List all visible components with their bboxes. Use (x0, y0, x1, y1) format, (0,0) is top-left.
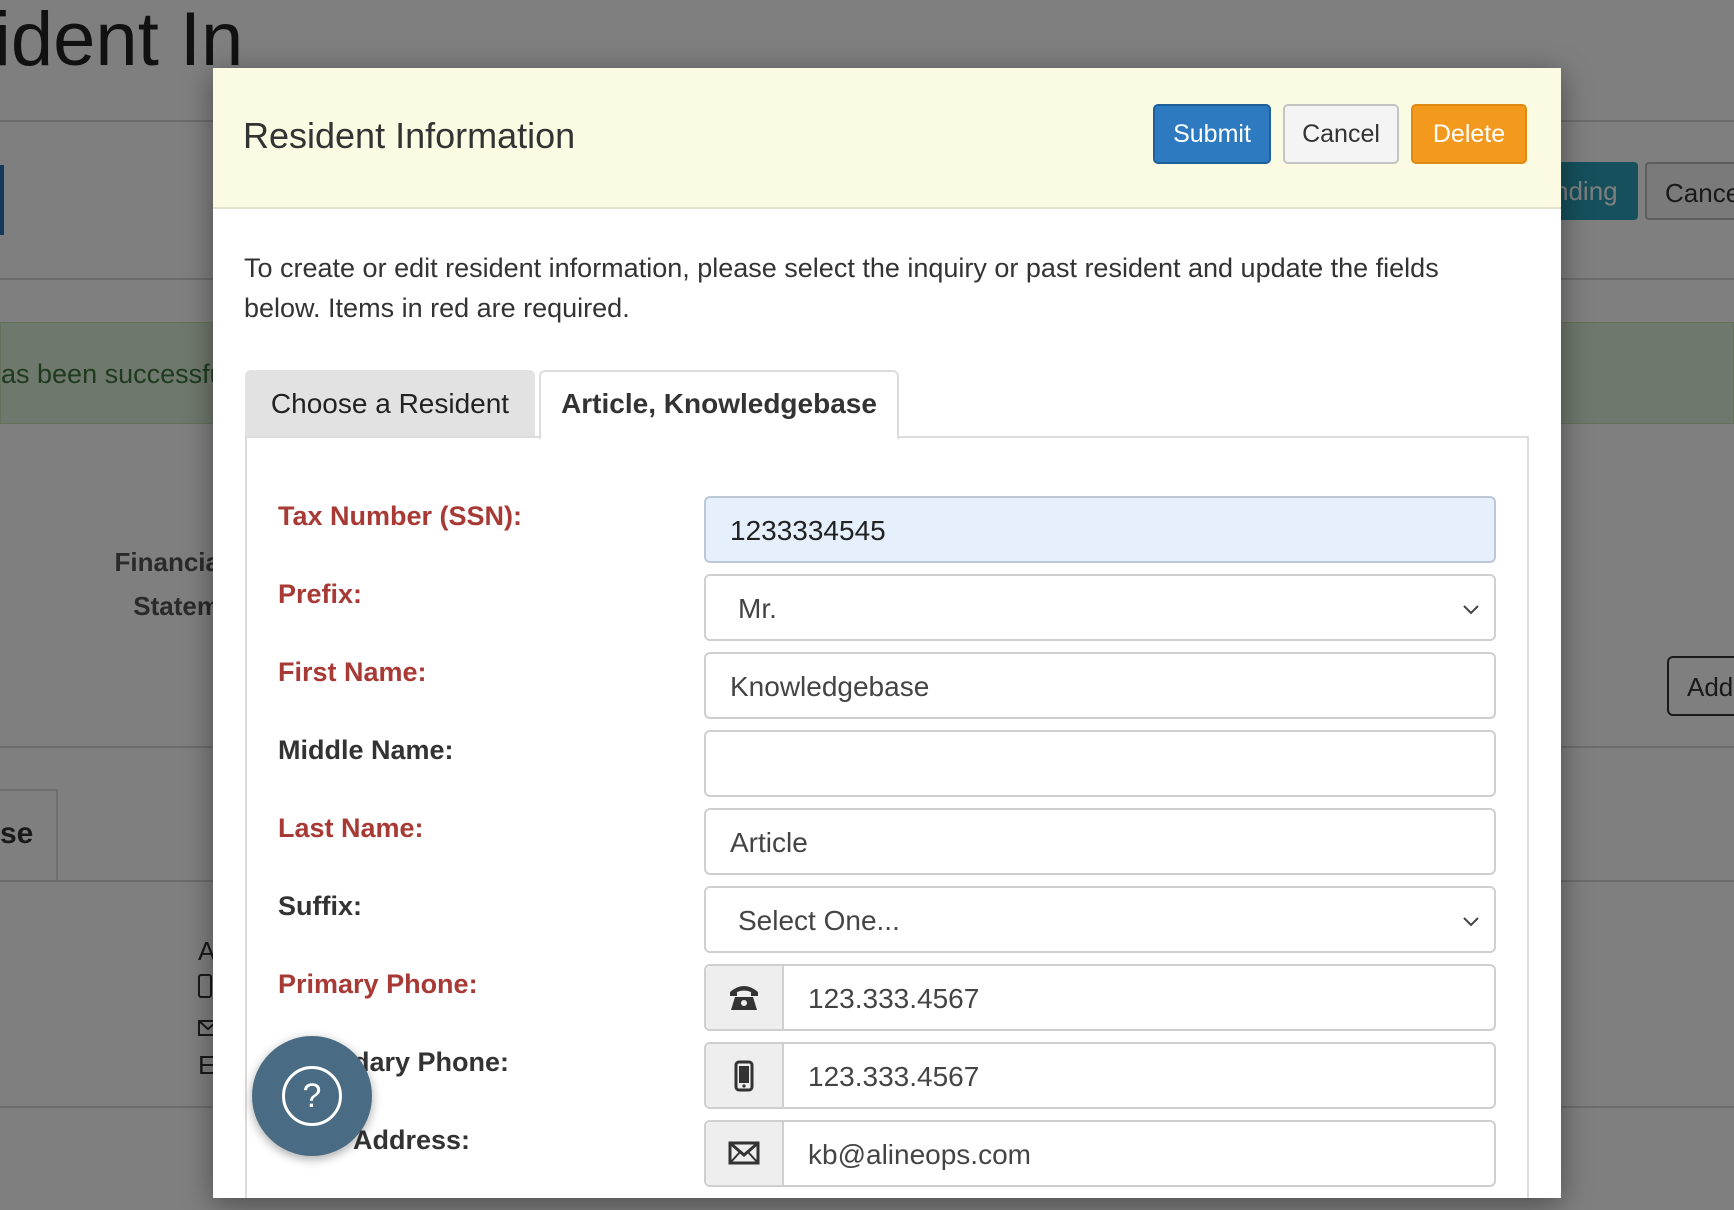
primary-phone-input[interactable]: 123.333.4567 (704, 964, 1496, 1031)
cancel-button[interactable]: Cancel (1283, 104, 1399, 164)
question-icon: ? (282, 1066, 342, 1126)
email-value: kb@alineops.com (808, 1139, 1031, 1170)
middle-name-input[interactable] (704, 730, 1496, 797)
prefix-label: Prefix: (278, 579, 363, 609)
last-name-input[interactable]: Article (704, 808, 1496, 875)
first-name-label: First Name: (278, 657, 427, 687)
tax-number-value: 1233334545 (730, 515, 886, 546)
first-name-input[interactable]: Knowledgebase (704, 652, 1496, 719)
primary-phone-value: 123.333.4567 (808, 983, 980, 1014)
phone-icon (730, 986, 758, 1010)
last-name-label: Last Name: (278, 813, 424, 843)
chevron-down-icon (1463, 605, 1479, 615)
tab-choose-resident[interactable]: Choose a Resident (245, 370, 535, 436)
mobile-icon (734, 1060, 754, 1092)
prefix-value: Mr. (738, 593, 777, 624)
first-name-value: Knowledgebase (730, 671, 930, 702)
email-input[interactable]: kb@alineops.com (704, 1120, 1496, 1187)
chevron-down-icon (1463, 917, 1479, 927)
secondary-phone-input[interactable]: 123.333.4567 (704, 1042, 1496, 1109)
envelope-icon (728, 1141, 760, 1165)
tab-active-resident[interactable]: Article, Knowledgebase (539, 370, 899, 440)
help-button[interactable]: ? (252, 1036, 372, 1156)
resident-information-modal: Resident Information Submit Cancel Delet… (213, 68, 1561, 1198)
submit-button[interactable]: Submit (1153, 104, 1271, 164)
intro-text: To create or edit resident information, … (244, 253, 1439, 323)
envelope-addon (706, 1122, 784, 1185)
middle-name-label: Middle Name: (278, 735, 454, 765)
suffix-label: Suffix: (278, 891, 362, 921)
mobile-addon (706, 1044, 784, 1107)
secondary-phone-label: dary Phone: (353, 1047, 510, 1077)
tax-number-label: Tax Number (SSN): (278, 501, 523, 531)
email-address-label: Address: (353, 1125, 471, 1155)
delete-button[interactable]: Delete (1411, 104, 1527, 164)
prefix-select[interactable]: Mr. (704, 574, 1496, 641)
tax-number-input[interactable]: 1233334545 (704, 496, 1496, 563)
suffix-value: Select One... (738, 905, 900, 936)
modal-header: Resident Information Submit Cancel Delet… (213, 68, 1561, 209)
modal-title: Resident Information (243, 115, 576, 156)
secondary-phone-value: 123.333.4567 (808, 1061, 980, 1092)
last-name-value: Article (730, 827, 808, 858)
suffix-select[interactable]: Select One... (704, 886, 1496, 953)
primary-phone-label: Primary Phone: (278, 969, 478, 999)
phone-addon (706, 966, 784, 1029)
